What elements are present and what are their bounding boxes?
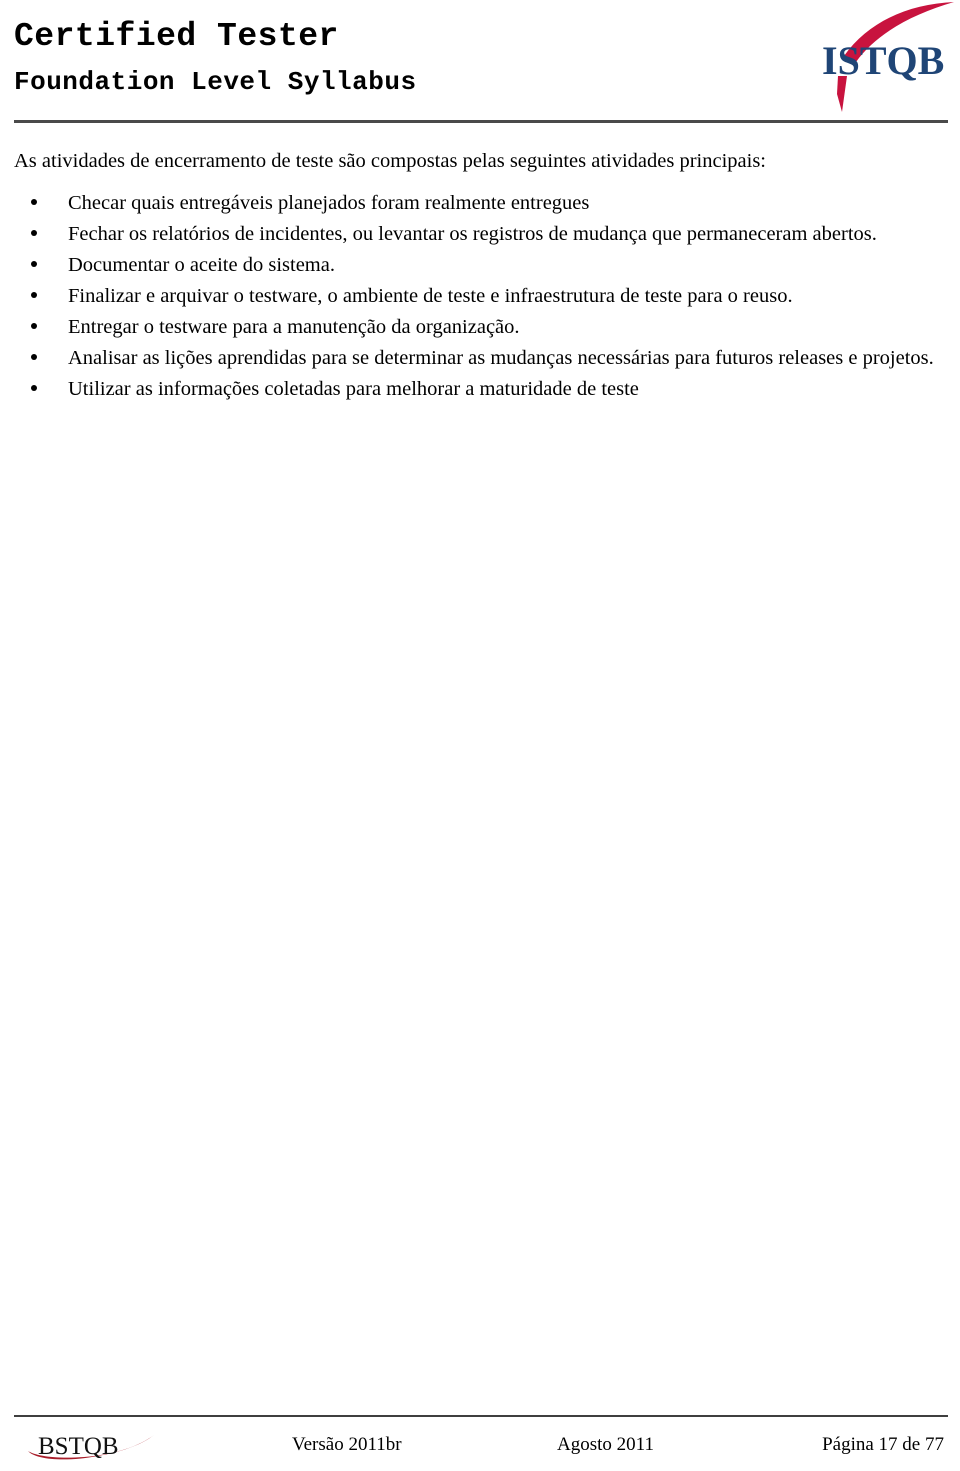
list-item-label: Entregar o testware para a manutenção da… (68, 316, 520, 338)
list-item: Utilizar as informações coletadas para m… (14, 374, 946, 404)
list-item-label: Checar quais entregáveis planejados fora… (68, 192, 590, 214)
bstqb-logo: BSTQB (26, 1429, 162, 1463)
header-divider (14, 120, 948, 123)
list-item-label: Finalizar e arquivar o testware, o ambie… (68, 285, 793, 307)
page-header: Certified Tester Foundation Level Syllab… (0, 0, 960, 126)
header-title-group: Certified Tester Foundation Level Syllab… (14, 16, 417, 100)
footer-date: Agosto 2011 (557, 1434, 654, 1455)
bullet-icon (31, 292, 37, 298)
list-item: Documentar o aceite do sistema. (14, 250, 946, 280)
closure-activities-list: Checar quais entregáveis planejados fora… (14, 188, 946, 404)
page-subtitle: Foundation Level Syllabus (14, 67, 417, 97)
bullet-icon (31, 199, 37, 205)
page-title: Certified Tester (14, 18, 339, 55)
footer-page-number: Página 17 de 77 (822, 1434, 944, 1455)
list-item-label: Documentar o aceite do sistema. (68, 254, 335, 276)
bullet-icon (31, 354, 37, 360)
list-item: Analisar as lições aprendidas para se de… (14, 343, 946, 373)
footer-row: BSTQB Versão 2011br Agosto 2011 Página 1… (14, 1427, 946, 1463)
bullet-icon (31, 385, 37, 391)
footer-divider (14, 1415, 948, 1417)
bullet-icon (31, 261, 37, 267)
intro-paragraph: As atividades de encerramento de teste s… (14, 150, 767, 172)
bullet-icon (31, 323, 37, 329)
bstqb-logo-text: BSTQB (38, 1433, 119, 1460)
istqb-logo-text: ISTQB (822, 38, 944, 83)
list-item: Checar quais entregáveis planejados fora… (14, 188, 946, 218)
list-item-label: Utilizar as informações coletadas para m… (68, 378, 639, 400)
list-item-label: Fechar os relatórios de incidentes, ou l… (68, 223, 877, 245)
istqb-logo: ISTQB (816, 2, 956, 118)
document-content: As atividades de encerramento de teste s… (14, 146, 946, 405)
list-item-label: Analisar as lições aprendidas para se de… (68, 347, 934, 369)
list-item: Finalizar e arquivar o testware, o ambie… (14, 281, 946, 311)
list-item: Entregar o testware para a manutenção da… (14, 312, 946, 342)
footer-version: Versão 2011br (292, 1434, 402, 1455)
page-footer: BSTQB Versão 2011br Agosto 2011 Página 1… (0, 1415, 960, 1471)
bullet-icon (31, 230, 37, 236)
list-item: Fechar os relatórios de incidentes, ou l… (14, 219, 946, 249)
